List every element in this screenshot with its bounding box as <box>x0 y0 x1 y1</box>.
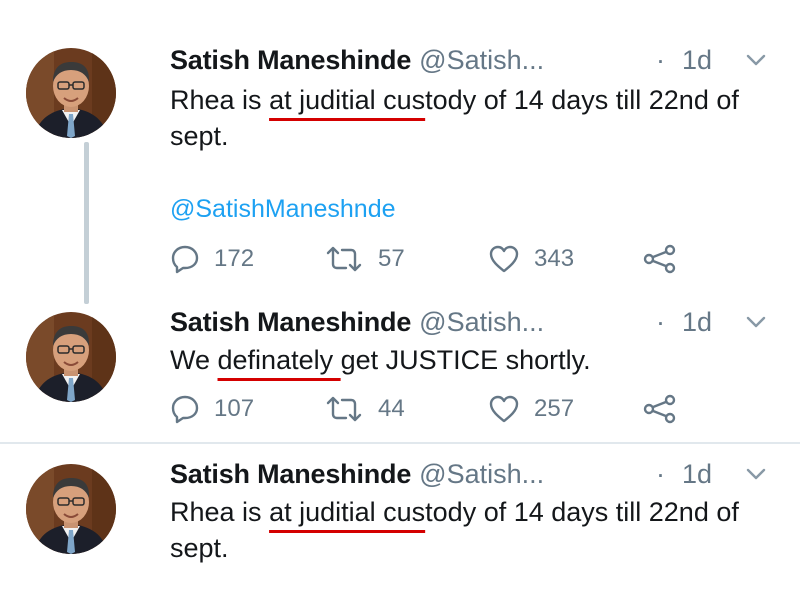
like-count: 257 <box>534 395 575 422</box>
author-name[interactable]: Satish Maneshinde <box>170 45 411 75</box>
chevron-down-icon[interactable] <box>744 462 768 486</box>
tweet-header: Satish Maneshinde @Satish... · 1d <box>170 456 770 492</box>
author-avatar[interactable] <box>26 312 116 402</box>
tweet-card[interactable]: Satish Maneshinde @Satish... · 1d Rhea is… <box>0 450 800 600</box>
like-count: 343 <box>534 245 575 272</box>
chevron-down-icon[interactable] <box>744 310 768 334</box>
speech-bubble-icon <box>170 394 200 424</box>
author-avatar[interactable] <box>26 48 116 138</box>
underlined-text: at juditial cus <box>269 85 426 115</box>
author-name[interactable]: Satish Maneshinde <box>170 307 411 337</box>
speech-bubble-icon <box>170 244 200 274</box>
tweet-card[interactable]: Satish Maneshinde @Satish... · 1d Rhea is… <box>0 0 800 304</box>
like-button[interactable]: 343 <box>488 242 574 276</box>
share-nodes-icon <box>642 394 678 424</box>
reply-count: 107 <box>214 395 255 422</box>
author-handle[interactable]: @Satish... <box>419 307 544 337</box>
tweet-timestamp[interactable]: 1d <box>682 456 712 492</box>
author-avatar[interactable] <box>26 464 116 554</box>
retweet-arrows-icon <box>324 394 364 424</box>
tweet-text: Rhea is at juditial custody of 14 days t… <box>170 82 770 154</box>
tweet-actions: 107 44 257 <box>170 392 730 426</box>
underlined-text: definately <box>217 345 341 375</box>
tweet-text-part: Rhea is <box>170 85 270 115</box>
tweet-text: We definately get JUSTICE shortly. <box>170 342 770 378</box>
tweet-text-part: get JUSTICE shortly. <box>340 345 591 375</box>
tweet-text-part: Rhea is <box>170 497 270 527</box>
header-separator: · <box>656 307 665 337</box>
retweet-arrows-icon <box>324 244 364 274</box>
share-button[interactable] <box>642 392 678 426</box>
tweet-card[interactable]: Satish Maneshinde @Satish... · 1d We defi… <box>0 300 800 442</box>
author-name[interactable]: Satish Maneshinde <box>170 459 411 489</box>
retweet-count: 57 <box>378 245 405 272</box>
share-nodes-icon <box>642 244 678 274</box>
thread-connector-line <box>84 142 89 304</box>
retweet-count: 44 <box>378 395 405 422</box>
reply-button[interactable]: 172 <box>170 242 254 276</box>
header-separator: · <box>656 459 665 489</box>
retweet-button[interactable]: 57 <box>324 242 405 276</box>
tweet-header: Satish Maneshinde @Satish... · 1d <box>170 42 770 78</box>
mention-link[interactable]: @SatishManeshnde <box>170 192 396 226</box>
author-handle[interactable]: @Satish... <box>419 459 544 489</box>
author-handle[interactable]: @Satish... <box>419 45 544 75</box>
chevron-down-icon[interactable] <box>744 48 768 72</box>
retweet-button[interactable]: 44 <box>324 392 405 426</box>
tweet-timestamp[interactable]: 1d <box>682 42 712 78</box>
heart-icon <box>488 244 520 274</box>
share-button[interactable] <box>642 242 678 276</box>
heart-icon <box>488 394 520 424</box>
header-separator: · <box>656 45 665 75</box>
reply-button[interactable]: 107 <box>170 392 254 426</box>
underlined-text: at juditial cus <box>269 497 426 527</box>
tweet-text-part: We <box>170 345 218 375</box>
tweet-actions: 172 57 343 <box>170 242 730 276</box>
like-button[interactable]: 257 <box>488 392 574 426</box>
reply-count: 172 <box>214 245 255 272</box>
tweet-text: Rhea is at juditial custody of 14 days t… <box>170 494 770 566</box>
tweet-header: Satish Maneshinde @Satish... · 1d <box>170 304 770 340</box>
tweet-timestamp[interactable]: 1d <box>682 304 712 340</box>
tweet-divider <box>0 442 800 444</box>
